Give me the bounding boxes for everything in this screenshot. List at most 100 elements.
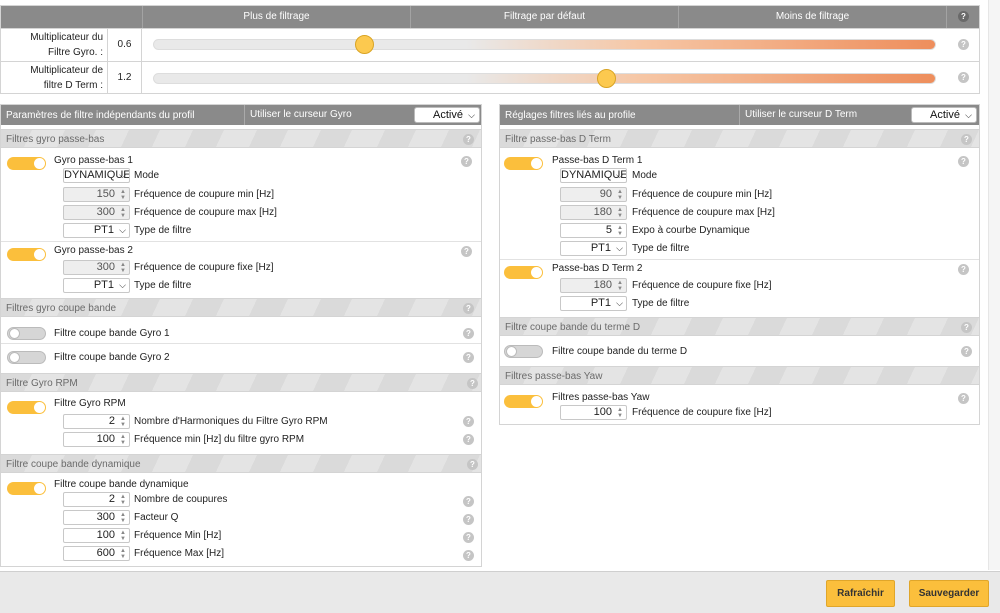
dterm-lowpass2-toggle[interactable] [504, 266, 543, 279]
spinner-icon[interactable]: ▲ ▼ [119, 206, 127, 219]
section-gyro-lowpass: Filtres gyro passe-bas ? [1, 129, 481, 148]
toggle-knob [34, 402, 45, 413]
dterm-lowpass1-expo-value: 5 [605, 224, 612, 236]
dterm-lowpass1-mode-select[interactable]: DYNAMIQUE ⌵ [560, 168, 627, 183]
gyro-rpm-minfreq-input[interactable]: 100 ▲ ▼ [63, 432, 130, 447]
help-icon[interactable]: ? [961, 346, 972, 357]
row-divider [1, 241, 481, 242]
dynamic-notch-min-label: Fréquence Min [Hz] [134, 530, 222, 541]
gyro-lowpass2-fixed-input[interactable]: 300 ▲ ▼ [63, 260, 130, 275]
gyro-notch1-toggle[interactable] [7, 327, 46, 340]
spinner-icon[interactable]: ▲ ▼ [119, 529, 127, 542]
dynamic-notch-q-input[interactable]: 300 ▲ ▼ [63, 510, 130, 525]
spinner-icon[interactable]: ▲ ▼ [616, 279, 624, 292]
gyro-lowpass1-max-input[interactable]: 300 ▲ ▼ [63, 205, 130, 220]
help-icon[interactable]: ? [463, 416, 474, 427]
gyro-slider-select[interactable]: Activé ⌵ [414, 107, 480, 123]
gyro-lowpass1-type-label: Type de filtre [134, 225, 192, 236]
dterm-notch-toggle[interactable] [504, 345, 543, 358]
dynamic-notch-toggle[interactable] [7, 482, 46, 495]
help-icon[interactable]: ? [958, 393, 969, 404]
spinner-icon[interactable]: ▲ ▼ [119, 433, 127, 446]
refresh-button[interactable]: Rafraîchir [826, 580, 895, 607]
spinner-icon[interactable]: ▲ ▼ [119, 188, 127, 201]
help-icon[interactable]: ? [461, 246, 472, 257]
dterm-lowpass1-toggle[interactable] [504, 157, 543, 170]
help-icon[interactable]: ? [463, 434, 474, 445]
vertical-scrollbar[interactable] [988, 0, 1000, 570]
header-more-filtering: Plus de filtrage [142, 6, 410, 28]
dynamic-notch-max-input[interactable]: 600 ▲ ▼ [63, 546, 130, 561]
help-icon[interactable]: ? [961, 134, 972, 145]
header-less-filtering: Moins de filtrage [678, 6, 946, 28]
dynamic-notch-q-label: Facteur Q [134, 512, 179, 523]
dynamic-notch-count-input[interactable]: 2 ▲ ▼ [63, 492, 130, 507]
dterm-multiplier-label-line1: Multiplicateur de [30, 65, 103, 76]
help-icon[interactable]: ? [463, 328, 474, 339]
yaw-lowpass-fixed-input[interactable]: 100 ▲ ▼ [560, 405, 627, 420]
dterm-multiplier-label: Multiplicateur de filtre D Term : [1, 62, 108, 94]
dterm-lowpass1-max-input[interactable]: 180 ▲ ▼ [560, 205, 627, 220]
help-icon[interactable]: ? [958, 264, 969, 275]
help-icon[interactable]: ? [463, 514, 474, 525]
spinner-icon[interactable]: ▲ ▼ [616, 206, 624, 219]
help-icon[interactable]: ? [463, 496, 474, 507]
dterm-lowpass1-type-select[interactable]: PT1 ⌵ [560, 241, 627, 256]
gyro-multiplier-label-line1: Multiplicateur du [30, 32, 103, 43]
dterm-lowpass1-min-value: 90 [599, 188, 612, 200]
gyro-lowpass1-mode-select[interactable]: DYNAMIQUE ⌵ [63, 168, 130, 183]
gyro-lowpass2-toggle[interactable] [7, 248, 46, 261]
dterm-lowpass1-max-value: 180 [593, 206, 612, 218]
spinner-icon[interactable]: ▲ ▼ [119, 493, 127, 506]
help-icon[interactable]: ? [463, 532, 474, 543]
dterm-lowpass1-min-input[interactable]: 90 ▲ ▼ [560, 187, 627, 202]
help-icon[interactable]: ? [958, 156, 969, 167]
gyro-multiplier-slider[interactable] [153, 35, 936, 54]
yaw-lowpass-toggle[interactable] [504, 395, 543, 408]
help-icon[interactable]: ? [958, 39, 969, 50]
help-icon[interactable]: ? [463, 550, 474, 561]
dynamic-notch-min-input[interactable]: 100 ▲ ▼ [63, 528, 130, 543]
gyro-lowpass1-type-select[interactable]: PT1 ⌵ [63, 223, 130, 238]
spinner-icon[interactable]: ▲ ▼ [119, 547, 127, 560]
gyro-rpm-toggle[interactable] [7, 401, 46, 414]
spinner-icon[interactable]: ▲ ▼ [616, 406, 624, 419]
dterm-slider-select[interactable]: Activé ⌵ [911, 107, 977, 123]
gyro-multiplier-row: Multiplicateur du Filtre Gyro. : 0.6 ? [1, 28, 979, 61]
chevron-down-icon: ⌵ [616, 298, 623, 308]
gyro-rpm-title: Filtre Gyro RPM [54, 398, 126, 409]
gyro-multiplier-slider-handle[interactable] [354, 35, 374, 54]
dterm-lowpass2-type-label: Type de filtre [632, 298, 690, 309]
dterm-multiplier-value: 1.2 [108, 62, 142, 94]
dterm-lowpass1-expo-input[interactable]: 5 ▲ ▼ [560, 223, 627, 238]
dterm-notch-label: Filtre coupe bande du terme D [552, 346, 688, 357]
help-icon[interactable]: ? [463, 303, 474, 314]
spinner-icon[interactable]: ▲ ▼ [616, 188, 624, 201]
gyro-notch2-toggle[interactable] [7, 351, 46, 364]
save-button[interactable]: Sauvegarder [909, 580, 989, 607]
gyro-lowpass2-type-select[interactable]: PT1 ⌵ [63, 278, 130, 293]
help-icon[interactable]: ? [463, 352, 474, 363]
toggle-knob [34, 483, 45, 494]
help-icon[interactable]: ? [467, 459, 478, 470]
dterm-multiplier-slider[interactable] [153, 69, 936, 88]
dterm-lowpass2-type-select[interactable]: PT1 ⌵ [560, 296, 627, 311]
left-panel-header: Paramètres de filtre indépendants du pro… [1, 105, 481, 125]
help-icon[interactable]: ? [461, 156, 472, 167]
spinner-icon[interactable]: ▲ ▼ [119, 511, 127, 524]
gyro-rpm-harmonics-input[interactable]: 2 ▲ ▼ [63, 414, 130, 429]
yaw-lowpass-fixed-value: 100 [593, 406, 612, 418]
help-icon[interactable]: ? [958, 11, 969, 22]
spinner-icon[interactable]: ▲ ▼ [119, 261, 127, 274]
dterm-lowpass2-fixed-input[interactable]: 180 ▲ ▼ [560, 278, 627, 293]
help-icon[interactable]: ? [467, 378, 478, 389]
gyro-lowpass1-min-input[interactable]: 150 ▲ ▼ [63, 187, 130, 202]
spinner-icon[interactable]: ▲ ▼ [616, 224, 624, 237]
help-icon[interactable]: ? [961, 322, 972, 333]
gyro-slider-label: Utiliser le curseur Gyro [244, 105, 414, 125]
help-icon[interactable]: ? [463, 134, 474, 145]
gyro-lowpass1-toggle[interactable] [7, 157, 46, 170]
dterm-multiplier-slider-handle[interactable] [596, 69, 616, 88]
help-icon[interactable]: ? [958, 72, 969, 83]
spinner-icon[interactable]: ▲ ▼ [119, 415, 127, 428]
